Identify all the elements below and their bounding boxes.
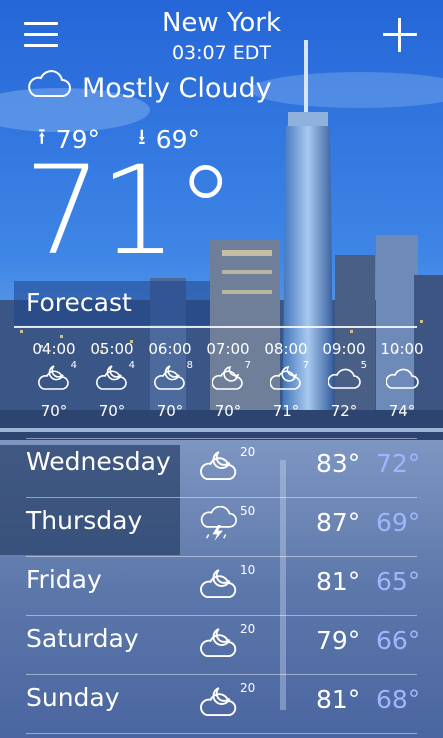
hour-temp: 70° [40, 402, 68, 420]
hour-time: 06:00 [148, 340, 192, 358]
night-cloudy-icon [200, 683, 244, 723]
day-low: 72° [376, 449, 421, 478]
day-name: Friday [26, 565, 102, 594]
hour-time: 09:00 [322, 340, 366, 358]
daily-row[interactable]: Wednesday 20 83° 72° [26, 438, 421, 497]
hourly-item: 07:00 7 70° [199, 340, 257, 420]
day-high: 81° [316, 567, 361, 596]
hour-precip: 4 [70, 360, 77, 371]
hour-temp: 70° [156, 402, 184, 420]
hour-time: 07:00 [206, 340, 250, 358]
day-precip: 10 [240, 563, 256, 577]
hourly-item: 10:00 74° [373, 340, 431, 420]
night-cloudy-icon [200, 565, 244, 605]
hourly-item: 08:00 7 71° [257, 340, 315, 420]
hour-precip: 7 [302, 360, 309, 371]
hour-time: 10:00 [380, 340, 424, 358]
hour-temp: 74° [388, 402, 416, 420]
day-high: 79° [316, 626, 361, 655]
day-low: 66° [376, 626, 421, 655]
forecast-divider [14, 326, 417, 328]
hour-time: 04:00 [32, 340, 76, 358]
city-name: New York [161, 8, 282, 38]
hour-temp: 70° [98, 402, 126, 420]
day-high: 83° [316, 449, 361, 478]
hourly-forecast[interactable]: 04:00 4 70° 05:00 4 70° 06:00 8 70° 07:00 7 70° 08:0… [0, 340, 443, 428]
day-low: 68° [376, 685, 421, 714]
hourly-item: 04:00 4 70° [25, 340, 83, 420]
day-low: 69° [376, 508, 421, 537]
hour-precip: 7 [244, 360, 251, 371]
daily-row[interactable]: Thursday 50 87° 69° [26, 497, 421, 556]
day-precip: 50 [240, 504, 256, 518]
condition-text: Mostly Cloudy [82, 73, 272, 104]
hour-time: 08:00 [264, 340, 308, 358]
hour-temp: 72° [330, 402, 358, 420]
add-location-icon[interactable] [381, 16, 419, 54]
cloud-icon [26, 70, 72, 107]
daily-row[interactable]: Sunday 20 81° 68° [26, 674, 421, 734]
day-low: 65° [376, 567, 421, 596]
forecast-header: Forecast [14, 281, 210, 325]
day-name: Sunday [26, 683, 120, 712]
hour-temp: 71° [272, 402, 300, 420]
local-time: 03:07 EDT [171, 42, 272, 64]
day-precip: 20 [240, 445, 256, 459]
hour-temp: 70° [214, 402, 242, 420]
thunderstorm-icon [200, 505, 244, 546]
daily-row[interactable]: Friday 10 81° 65° [26, 556, 421, 615]
night-cloudy-icon [200, 447, 244, 487]
night-cloudy-icon [200, 624, 244, 664]
hourly-item: 05:00 4 70° [83, 340, 141, 420]
daily-forecast: Wednesday 20 83° 72° Thursday 50 87° 69° Friday 1… [0, 438, 443, 734]
day-high: 81° [316, 685, 361, 714]
hourly-item: 09:00 5 72° [315, 340, 373, 420]
day-high: 87° [316, 508, 361, 537]
current-condition: Mostly Cloudy [26, 70, 272, 107]
day-precip: 20 [240, 681, 256, 695]
day-name: Wednesday [26, 447, 171, 476]
hour-precip: 8 [186, 360, 193, 371]
hour-precip: 5 [360, 360, 367, 371]
hour-precip: 4 [128, 360, 135, 371]
day-precip: 20 [240, 622, 256, 636]
current-temperature: 71° [24, 140, 236, 282]
hour-time: 05:00 [90, 340, 134, 358]
day-name: Saturday [26, 624, 139, 653]
top-bar: New York 03:07 EDT [0, 0, 443, 72]
day-name: Thursday [26, 506, 143, 535]
hourly-item: 06:00 8 70° [141, 340, 199, 420]
daily-row[interactable]: Saturday 20 79° 66° [26, 615, 421, 674]
